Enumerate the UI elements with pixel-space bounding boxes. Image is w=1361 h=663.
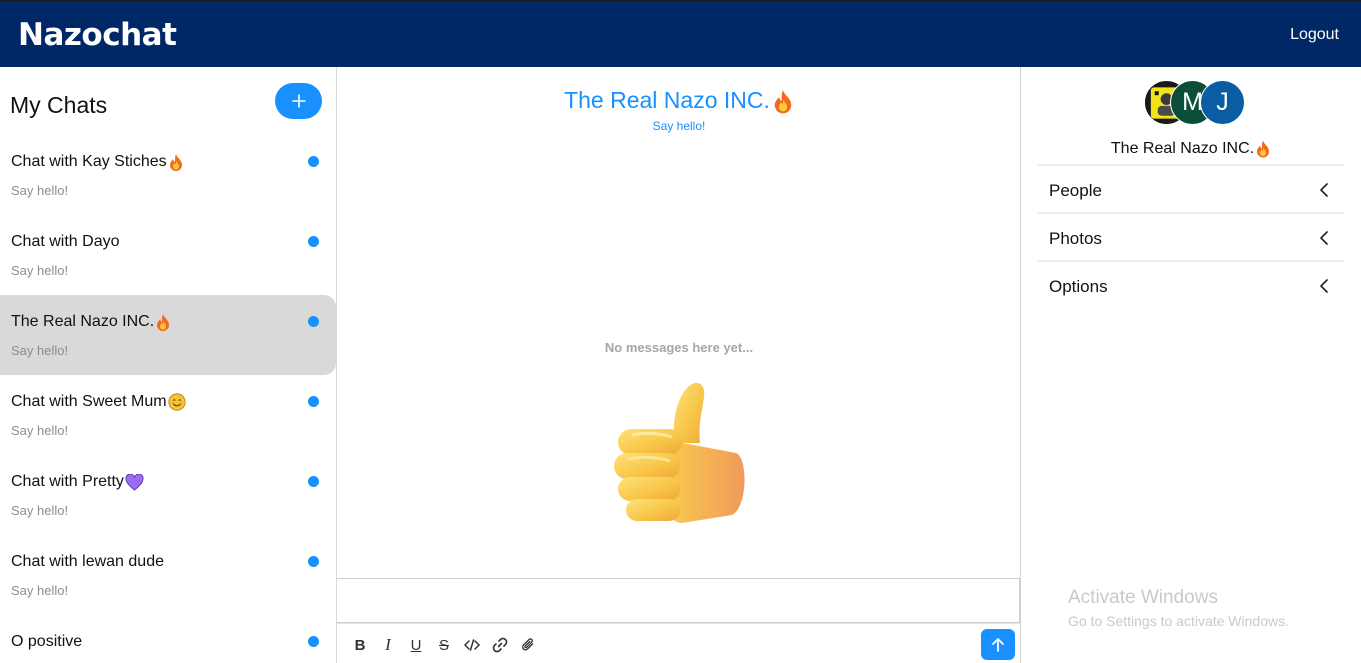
- logout-button[interactable]: Logout: [1290, 26, 1339, 44]
- bold-icon[interactable]: B: [351, 636, 369, 654]
- paperclip-glyph: [522, 638, 534, 651]
- chat-preview: Say hello!: [11, 423, 69, 438]
- chevron-left-icon: [1320, 231, 1328, 245]
- underline-label: U: [410, 636, 422, 654]
- chat-name: Chat with Pretty: [11, 473, 124, 490]
- purple-heart-icon: [125, 473, 144, 491]
- section-label: Options: [1049, 277, 1108, 296]
- plus-icon: [291, 94, 306, 108]
- chat-name-wrap: Chat with Sweet Mum: [11, 393, 186, 411]
- new-chat-button[interactable]: [275, 83, 322, 119]
- details-sections: People Photos Options: [1038, 164, 1344, 308]
- chat-name: Chat with lewan dude: [11, 553, 164, 570]
- fire-icon: [169, 154, 182, 171]
- empty-state-text: No messages here yet...: [604, 340, 754, 355]
- fire-icon: [157, 314, 170, 331]
- chat-name: O positive: [11, 633, 83, 650]
- conversation-title-wrap: The Real Nazo INC.: [337, 87, 1021, 114]
- chat-preview: Say hello!: [11, 583, 69, 598]
- chat-list-item[interactable]: Chat with Kay Stiches Say hello!: [0, 135, 336, 215]
- chevron-left-icon: [1320, 183, 1328, 197]
- section-label: Photos: [1049, 229, 1102, 248]
- section-people[interactable]: People: [1038, 164, 1344, 212]
- chevron-left-icon: [1320, 279, 1328, 293]
- unread-indicator: [308, 636, 319, 647]
- fire-icon: [1257, 140, 1270, 158]
- details-name-wrap: The Real Nazo INC.: [1021, 139, 1361, 158]
- chat-details-panel: M J The Real Nazo INC. People Photos Opt…: [1021, 67, 1361, 663]
- chat-sidebar: My Chats Chat with Kay Stiches Say hello…: [0, 67, 337, 663]
- chat-list-item-active[interactable]: The Real Nazo INC. Say hello!: [0, 295, 336, 375]
- chat-preview: Say hello!: [11, 503, 69, 518]
- code-icon[interactable]: [463, 636, 481, 654]
- chat-name: The Real Nazo INC.: [11, 313, 155, 330]
- details-chat-name: The Real Nazo INC.: [1110, 139, 1255, 157]
- unread-indicator: [308, 156, 319, 167]
- conversation-pane: The Real Nazo INC. Say hello! No message…: [337, 67, 1021, 663]
- chat-name: Chat with Dayo: [11, 233, 120, 250]
- chat-name: Chat with Kay Stiches: [11, 153, 167, 170]
- chat-name-wrap: Chat with Kay Stiches: [11, 153, 184, 171]
- chat-list: Chat with Kay Stiches Say hello! Chat wi…: [0, 135, 336, 663]
- bold-label: B: [354, 636, 366, 654]
- unread-indicator: [308, 396, 319, 407]
- chat-name-wrap: Chat with lewan dude: [11, 553, 164, 571]
- unread-indicator: [308, 316, 319, 327]
- underline-icon[interactable]: U: [407, 636, 425, 654]
- avatar-initial: J: [1216, 88, 1229, 116]
- chat-list-item[interactable]: O positive: [0, 615, 336, 663]
- chat-name-wrap: Chat with Pretty: [11, 473, 144, 491]
- windows-activation-subtitle: Go to Settings to activate Windows.: [1068, 613, 1289, 629]
- sidebar-title: My Chats: [10, 92, 108, 118]
- chat-list-item[interactable]: Chat with Pretty Say hello!: [0, 455, 336, 535]
- italic-icon[interactable]: I: [379, 635, 397, 654]
- send-button[interactable]: [981, 629, 1015, 660]
- app-header: Nazochat Logout: [0, 0, 1361, 67]
- chat-preview: Say hello!: [11, 263, 69, 278]
- chat-name-wrap: Chat with Dayo: [11, 233, 120, 251]
- unread-indicator: [308, 476, 319, 487]
- windows-activation-title: Activate Windows: [1068, 587, 1218, 608]
- thumbs-up-icon: [614, 382, 745, 523]
- code-glyph: [464, 639, 480, 651]
- chat-list-item[interactable]: Chat with lewan dude Say hello!: [0, 535, 336, 615]
- unread-indicator: [308, 556, 319, 567]
- section-options[interactable]: Options: [1038, 260, 1344, 308]
- message-input[interactable]: [337, 578, 1020, 623]
- avatar: J: [1200, 80, 1245, 125]
- conversation-title: The Real Nazo INC.: [564, 87, 770, 113]
- strike-label: S: [438, 636, 449, 654]
- chat-list-item[interactable]: Chat with Sweet Mum Say hello!: [0, 375, 336, 455]
- participant-avatars: M J: [1144, 80, 1254, 126]
- chat-preview: Say hello!: [11, 343, 69, 358]
- smiling-face-icon: [168, 393, 186, 411]
- formatting-toolbar: B I U S: [337, 623, 1020, 663]
- link-glyph: [492, 637, 508, 653]
- italic-label: I: [385, 635, 391, 654]
- chat-list-item[interactable]: Chat with Dayo Say hello!: [0, 215, 336, 295]
- chat-name: Chat with Sweet Mum: [11, 393, 167, 410]
- section-photos[interactable]: Photos: [1038, 212, 1344, 260]
- conversation-subtitle: Say hello!: [652, 119, 706, 133]
- app-logo: Nazochat: [18, 17, 177, 53]
- chat-name-wrap: The Real Nazo INC.: [11, 313, 171, 331]
- fire-icon: [774, 89, 792, 113]
- chat-name-wrap: O positive: [11, 633, 82, 651]
- arrow-up-icon: [992, 637, 1004, 652]
- section-label: People: [1049, 181, 1102, 200]
- strikethrough-icon[interactable]: S: [435, 636, 453, 654]
- chat-preview: Say hello!: [11, 183, 69, 198]
- link-icon[interactable]: [491, 636, 509, 654]
- unread-indicator: [308, 236, 319, 247]
- attachment-icon[interactable]: [519, 636, 537, 654]
